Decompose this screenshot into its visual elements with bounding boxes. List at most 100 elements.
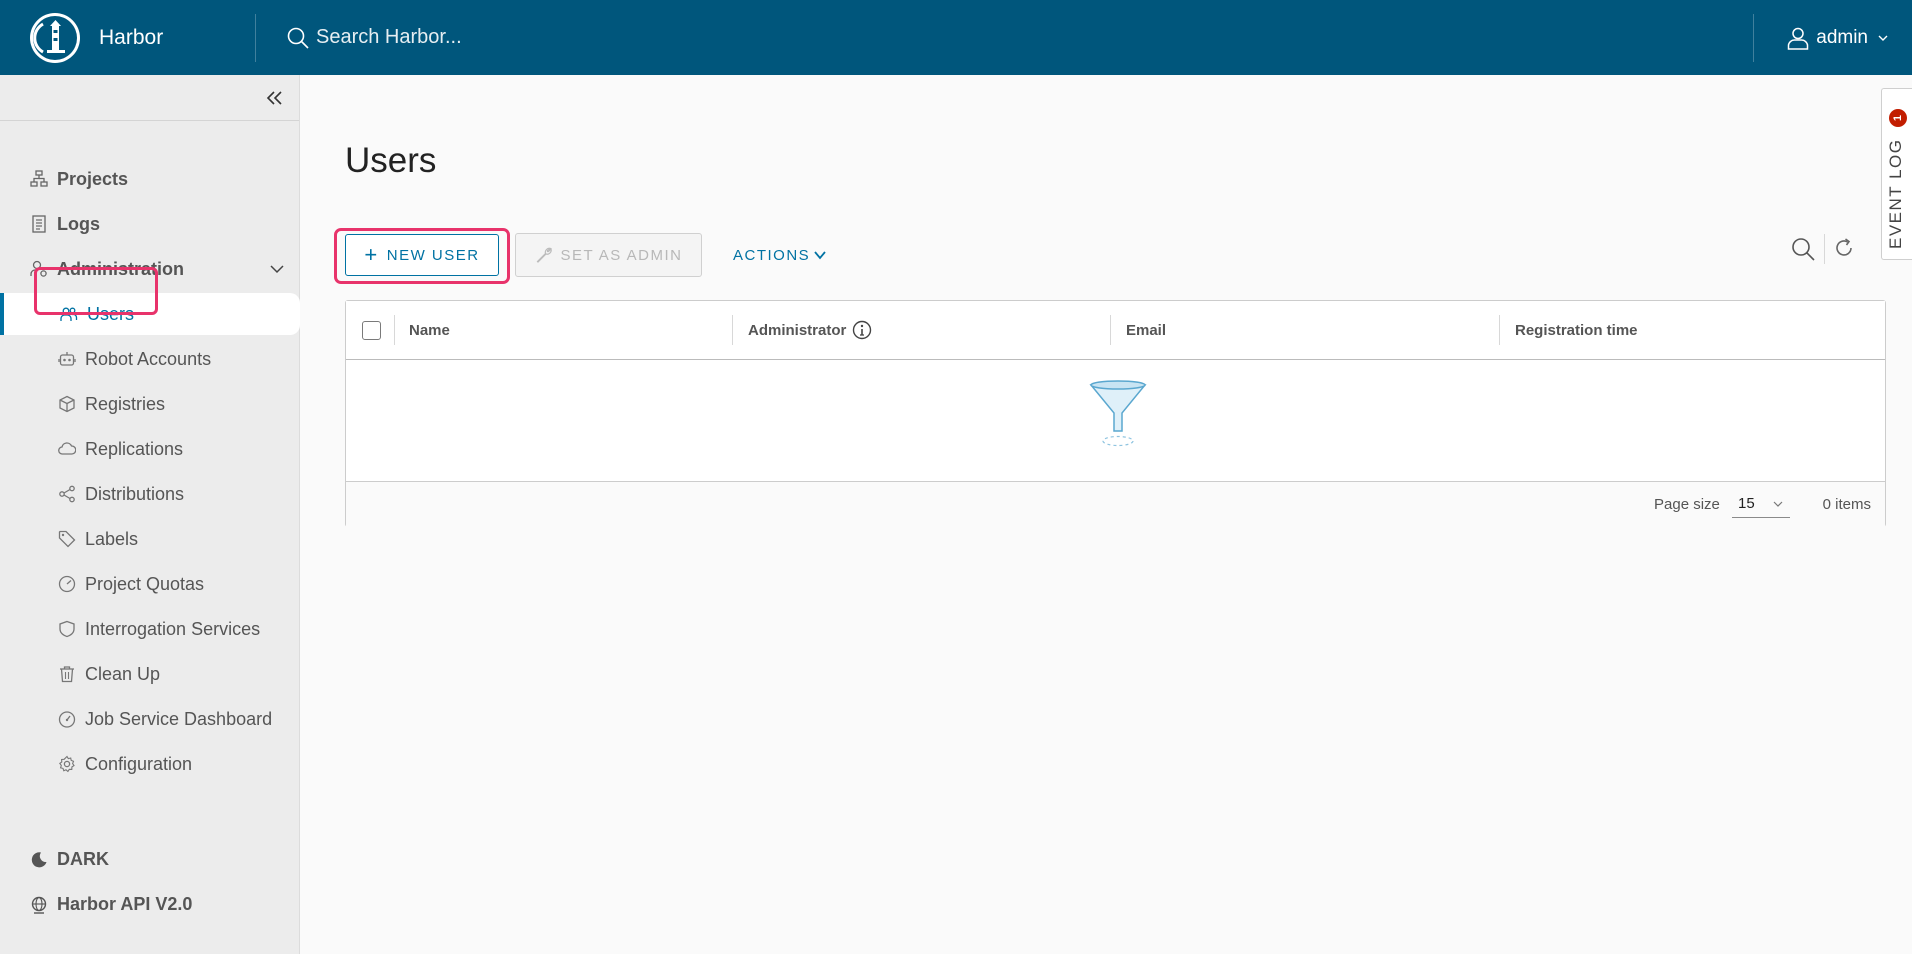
tag-icon [58, 530, 76, 548]
column-label: Email [1126, 321, 1167, 339]
toolbar-divider [1824, 234, 1825, 264]
user-icon [1788, 27, 1809, 50]
sidebar-item-projects[interactable]: Projects [0, 158, 300, 200]
users-icon [60, 307, 78, 321]
info-icon[interactable] [852, 320, 872, 340]
chevron-down-icon [814, 251, 826, 260]
event-log-tab[interactable]: 1 EVENT LOG [1881, 88, 1912, 260]
globe-api-icon [31, 896, 47, 914]
logs-icon [32, 215, 46, 233]
grid-header: Name Administrator Email Registration ti… [346, 301, 1885, 360]
cloud-sync-icon [58, 442, 76, 455]
brand-name: Harbor [99, 25, 164, 49]
sidebar-item-label: Project Quotas [85, 573, 205, 594]
sidebar-item-registries[interactable]: Registries [0, 383, 300, 425]
items-count: 0 items [1822, 496, 1871, 513]
grid-search-icon[interactable] [1790, 236, 1816, 262]
robot-icon [58, 352, 76, 366]
harbor-api-link[interactable]: Harbor API V2.0 [30, 894, 192, 915]
column-divider [1110, 315, 1111, 345]
page-size-select[interactable]: 15 [1732, 490, 1790, 518]
sidebar-item-label: Logs [57, 213, 100, 234]
set-as-admin-label: SET AS ADMIN [560, 246, 683, 264]
actions-dropdown[interactable]: ACTIONS [723, 233, 837, 277]
sidebar-item-label: Replications [85, 438, 184, 459]
sidebar-item-label: Distributions [85, 483, 185, 504]
plus-icon: + [364, 242, 379, 267]
gauge-icon [58, 575, 76, 593]
search-input[interactable] [314, 25, 714, 50]
trash-icon [60, 666, 74, 683]
top-header: Harbor admin [0, 0, 1912, 75]
empty-state-funnel-icon [1089, 380, 1147, 447]
sidebar-item-job-service-dashboard[interactable]: Job Service Dashboard [0, 698, 300, 740]
column-divider [394, 315, 395, 345]
column-label: Administrator [748, 321, 847, 339]
search-icon [287, 27, 309, 49]
sidebar-item-label: Configuration [85, 753, 193, 774]
dashboard-icon [58, 711, 76, 728]
page-title: Users [345, 141, 437, 180]
sidebar: Projects Logs Administration Users Robot… [0, 75, 300, 954]
column-header-email[interactable]: Email [1126, 301, 1166, 359]
sidebar-item-label: Interrogation Services [85, 618, 261, 639]
column-header-administrator[interactable]: Administrator [748, 301, 872, 359]
sidebar-item-configuration[interactable]: Configuration [0, 743, 300, 785]
sidebar-item-distributions[interactable]: Distributions [0, 473, 300, 515]
sidebar-item-users[interactable]: Users [0, 293, 300, 335]
event-log-label: EVENT LOG [1886, 138, 1905, 250]
chevron-down-icon[interactable] [268, 260, 286, 278]
new-user-button[interactable]: + NEW USER [345, 234, 499, 276]
moon-icon [31, 851, 47, 867]
chevron-down-icon [1773, 501, 1783, 507]
column-divider [1499, 315, 1500, 345]
sidebar-item-label: Registries [85, 393, 166, 414]
dark-mode-label: DARK [57, 849, 109, 869]
sidebar-item-label: Projects [57, 168, 129, 189]
dark-mode-toggle[interactable]: DARK [30, 849, 109, 870]
chevron-down-icon [1878, 35, 1888, 41]
column-header-registration-time[interactable]: Registration time [1515, 301, 1638, 359]
user-name: admin [1816, 26, 1868, 48]
grid-footer: Page size 15 0 items [346, 481, 1885, 527]
page-size-value: 15 [1738, 495, 1755, 512]
sidebar-item-administration[interactable]: Administration [0, 248, 300, 290]
sidebar-item-label: Job Service Dashboard [85, 708, 273, 729]
sidebar-item-label: Clean Up [85, 663, 161, 684]
column-label: Registration time [1515, 321, 1638, 339]
sidebar-item-logs[interactable]: Logs [0, 203, 300, 245]
collapse-sidebar-icon[interactable] [264, 87, 286, 109]
actions-label: ACTIONS [733, 246, 811, 264]
sidebar-item-label: Robot Accounts [85, 348, 212, 369]
share-icon [59, 485, 75, 503]
sidebar-item-label: Labels [85, 528, 139, 549]
harbor-api-label: Harbor API V2.0 [57, 894, 193, 914]
sidebar-item-project-quotas[interactable]: Project Quotas [0, 563, 300, 605]
page-size-label: Page size [1654, 496, 1720, 513]
sidebar-item-interrogation-services[interactable]: Interrogation Services [0, 608, 300, 650]
new-user-label: NEW USER [386, 246, 480, 264]
admin-gear-user-icon [30, 260, 47, 277]
sidebar-item-replications[interactable]: Replications [0, 428, 300, 470]
select-all-checkbox[interactable] [362, 321, 381, 340]
brand[interactable]: Harbor [0, 0, 255, 75]
sidebar-item-label: Administration [57, 258, 185, 279]
column-header-name[interactable]: Name [409, 301, 450, 359]
gear-icon [59, 755, 75, 773]
set-as-admin-button[interactable]: SET AS ADMIN [515, 233, 702, 277]
sidebar-item-clean-up[interactable]: Clean Up [0, 653, 300, 695]
global-search[interactable] [256, 0, 1753, 75]
column-divider [732, 315, 733, 345]
refresh-icon[interactable] [1832, 236, 1856, 260]
shield-icon [59, 620, 75, 638]
sidebar-collapse-row [0, 75, 299, 121]
users-datagrid: Name Administrator Email Registration ti… [345, 300, 1886, 527]
harbor-logo-icon [30, 12, 80, 63]
sidebar-item-label: Users [87, 303, 135, 324]
user-menu[interactable]: admin [1754, 0, 1912, 75]
projects-icon [30, 170, 48, 187]
event-log-badge: 1 [1889, 109, 1907, 127]
box-icon [59, 395, 75, 413]
sidebar-item-robot-accounts[interactable]: Robot Accounts [0, 338, 300, 380]
sidebar-item-labels[interactable]: Labels [0, 518, 300, 560]
